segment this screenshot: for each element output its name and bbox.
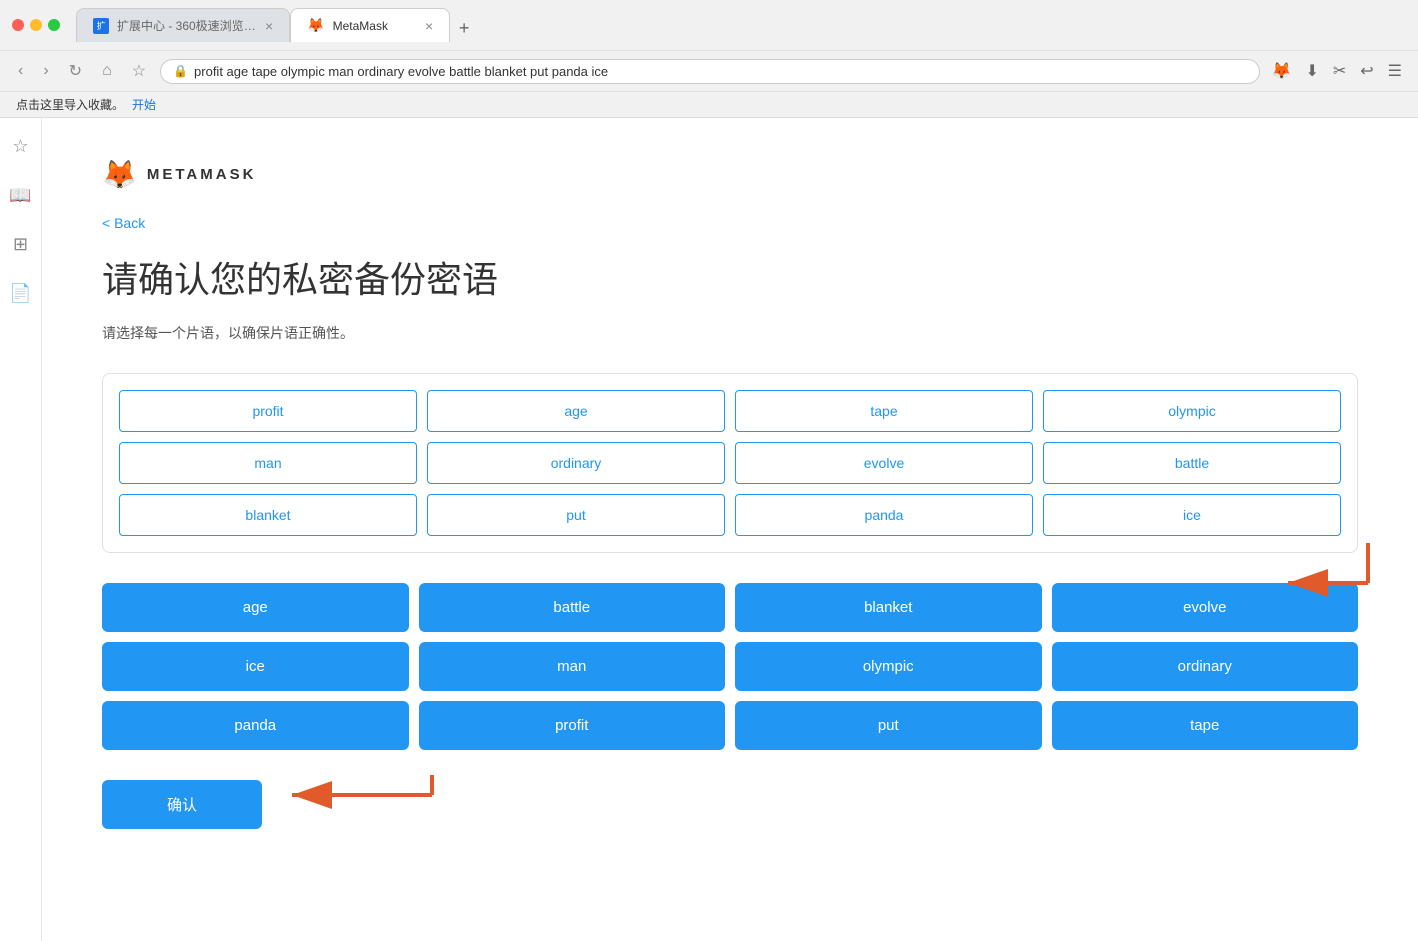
- tab-metamask[interactable]: 🦊 MetaMask ×: [290, 8, 450, 42]
- top-word-chip[interactable]: evolve: [735, 442, 1033, 484]
- layout: ☆ 📖 ⊞ 📄 🦊 METAMASK < Back 请确认您的私密备份密语 请选…: [0, 118, 1418, 941]
- confirm-button[interactable]: 确认: [102, 780, 262, 829]
- tab-metamask-close-icon[interactable]: ×: [425, 18, 433, 34]
- sidebar: ☆ 📖 ⊞ 📄: [0, 118, 42, 941]
- sidebar-book-icon[interactable]: 📖: [3, 179, 37, 212]
- refresh-button[interactable]: ↻: [63, 57, 88, 85]
- metamask-header: 🦊 METAMASK: [102, 158, 1358, 191]
- bottom-word-button[interactable]: battle: [419, 583, 726, 632]
- tab-360[interactable]: 扩 扩展中心 - 360极速浏览器 - 小工具 ×: [76, 8, 290, 42]
- bottom-word-button[interactable]: ice: [102, 642, 409, 691]
- sidebar-doc-icon[interactable]: 📄: [3, 277, 37, 310]
- bookmark-bar: 点击这里导入收藏。 开始: [0, 91, 1418, 117]
- top-word-chip[interactable]: man: [119, 442, 417, 484]
- back-nav-button[interactable]: ‹: [12, 58, 29, 84]
- download-icon[interactable]: ⬇: [1301, 57, 1322, 85]
- menu-icon[interactable]: ☰: [1384, 57, 1406, 85]
- undo-icon[interactable]: ↩: [1356, 57, 1377, 85]
- bottom-word-button[interactable]: panda: [102, 701, 409, 750]
- main-content: 🦊 METAMASK < Back 请确认您的私密备份密语 请选择每一个片语，以…: [42, 118, 1418, 941]
- tab-metamask-label: MetaMask: [333, 19, 388, 33]
- minimize-button[interactable]: [30, 19, 42, 31]
- bottom-word-button[interactable]: man: [419, 642, 726, 691]
- bookmark-text: 点击这里导入收藏。: [16, 96, 124, 113]
- bottom-word-button[interactable]: ordinary: [1052, 642, 1359, 691]
- top-word-chip[interactable]: panda: [735, 494, 1033, 536]
- tab-360-close-icon[interactable]: ×: [265, 18, 273, 34]
- maximize-button[interactable]: [48, 19, 60, 31]
- address-text: profit age tape olympic man ordinary evo…: [194, 64, 608, 79]
- home-button[interactable]: ⌂: [96, 58, 118, 84]
- top-word-grid-container: profitagetapeolympic manordinaryevolvebat…: [102, 373, 1358, 553]
- top-word-chip[interactable]: blanket: [119, 494, 417, 536]
- traffic-lights: [12, 19, 60, 31]
- bottom-word-button[interactable]: olympic: [735, 642, 1042, 691]
- forward-nav-button[interactable]: ›: [37, 58, 54, 84]
- top-word-chip[interactable]: put: [427, 494, 725, 536]
- confirm-button-area: 确认: [102, 780, 1358, 829]
- top-word-chip[interactable]: ice: [1043, 494, 1341, 536]
- back-link[interactable]: < Back: [102, 215, 1358, 231]
- bottom-word-button[interactable]: age: [102, 583, 409, 632]
- browser-chrome: 扩 扩展中心 - 360极速浏览器 - 小工具 × 🦊 MetaMask × +…: [0, 0, 1418, 118]
- metamask-nav-icon[interactable]: 🦊: [1268, 57, 1296, 85]
- sidebar-star-icon[interactable]: ☆: [6, 130, 34, 163]
- top-word-chip[interactable]: ordinary: [427, 442, 725, 484]
- page-subtitle: 请选择每一个片语，以确保片语正确性。: [102, 323, 1358, 343]
- favicon-360-icon: 扩: [93, 18, 109, 34]
- top-word-chip[interactable]: age: [427, 390, 725, 432]
- top-word-chip[interactable]: battle: [1043, 442, 1341, 484]
- metamask-brand-title: METAMASK: [147, 166, 257, 183]
- title-bar: 扩 扩展中心 - 360极速浏览器 - 小工具 × 🦊 MetaMask × +: [0, 0, 1418, 50]
- bottom-word-button[interactable]: evolve: [1052, 583, 1359, 632]
- lock-icon: 🔒: [173, 64, 188, 78]
- sidebar-grid-icon[interactable]: ⊞: [7, 228, 34, 261]
- top-word-chip[interactable]: profit: [119, 390, 417, 432]
- nav-icons: 🦊 ⬇ ✂ ↩ ☰: [1268, 57, 1406, 85]
- top-word-grid: profitagetapeolympic manordinaryevolvebat…: [119, 390, 1341, 536]
- cut-icon[interactable]: ✂: [1329, 57, 1350, 85]
- new-tab-button[interactable]: +: [450, 14, 478, 42]
- bookmark-start-link[interactable]: 开始: [132, 96, 156, 113]
- bottom-word-button[interactable]: put: [735, 701, 1042, 750]
- metamask-logo-icon: 🦊: [102, 158, 137, 191]
- bookmark-button[interactable]: ☆: [126, 57, 152, 85]
- page-title: 请确认您的私密备份密语: [102, 251, 1358, 303]
- top-word-chip[interactable]: olympic: [1043, 390, 1341, 432]
- bottom-word-button[interactable]: profit: [419, 701, 726, 750]
- top-word-chip[interactable]: tape: [735, 390, 1033, 432]
- favicon-metamask-icon: 🦊: [307, 17, 324, 34]
- close-button[interactable]: [12, 19, 24, 31]
- bottom-word-button[interactable]: blanket: [735, 583, 1042, 632]
- bottom-word-grid: agebattleblanketevolve icemanolympicordin…: [102, 583, 1358, 750]
- nav-bar: ‹ › ↻ ⌂ ☆ 🔒 profit age tape olympic man …: [0, 50, 1418, 91]
- bottom-word-button[interactable]: tape: [1052, 701, 1359, 750]
- tab-360-label: 扩展中心 - 360极速浏览器 - 小工具: [117, 17, 257, 34]
- address-bar[interactable]: 🔒 profit age tape olympic man ordinary e…: [160, 59, 1259, 84]
